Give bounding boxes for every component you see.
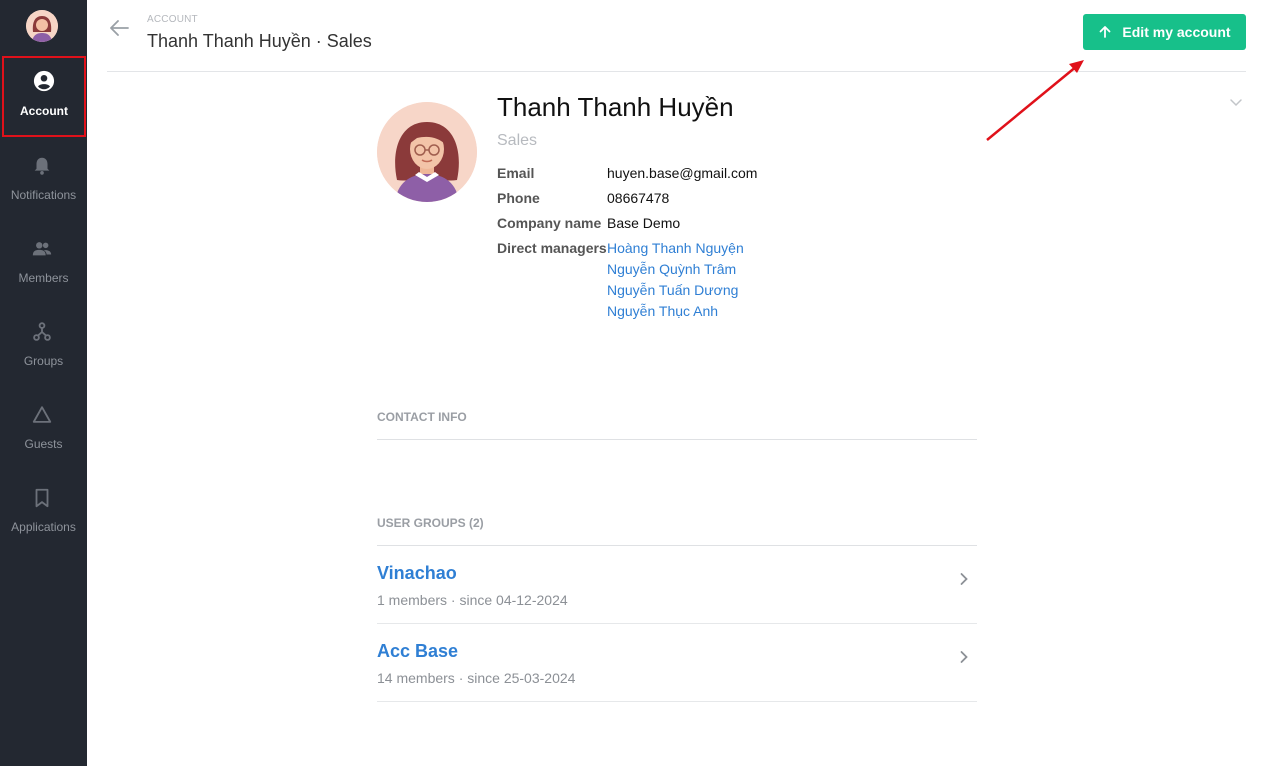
email-value: huyen.base@gmail.com [607, 165, 758, 181]
triangle-icon [32, 406, 52, 423]
sidebar: Account Notifications Members Groups Gue… [0, 0, 87, 766]
sidebar-item-label: Groups [23, 354, 64, 368]
sidebar-item-notifications[interactable]: Notifications [0, 141, 87, 221]
phone-value: 08667478 [607, 190, 670, 206]
breadcrumb: ACCOUNT [147, 14, 198, 25]
arrow-up-icon [1100, 26, 1111, 38]
annotation-arrow [986, 60, 1084, 141]
manager-link[interactable]: Nguyễn Quỳnh Trâm [607, 261, 736, 277]
sidebar-item-label: Members [18, 271, 69, 285]
user-avatar[interactable] [26, 10, 58, 42]
sidebar-item-label: Guests [24, 437, 63, 451]
sidebar-item-account[interactable]: Account [2, 56, 86, 137]
edit-account-label: Edit my account [1122, 24, 1231, 40]
section-divider [377, 439, 977, 440]
members-icon [32, 242, 52, 256]
page-title: Thanh Thanh Huyền · Sales [147, 31, 372, 51]
groups-icon [33, 322, 51, 341]
sidebar-item-guests[interactable]: Guests [0, 390, 87, 470]
row-divider [377, 701, 977, 702]
company-label: Company name [497, 215, 602, 231]
bell-icon [34, 157, 50, 175]
phone-label: Phone [497, 190, 540, 206]
manager-link[interactable]: Nguyễn Thục Anh [607, 303, 718, 319]
chevron-right-icon [960, 573, 968, 585]
user-groups-title: USER GROUPS (2) [377, 516, 484, 530]
sidebar-item-applications[interactable]: Applications [0, 473, 87, 553]
sidebar-item-label: Applications [11, 520, 76, 534]
email-label: Email [497, 165, 535, 181]
edit-account-button[interactable]: Edit my account [1083, 14, 1246, 50]
sidebar-item-label: Account [20, 104, 68, 118]
group-name[interactable]: Vinachao [377, 563, 457, 584]
managers-label: Direct managers [497, 240, 607, 256]
manager-link[interactable]: Nguyễn Tuấn Dương [607, 282, 738, 298]
profile-name: Thanh Thanh Huyền [497, 92, 734, 122]
manager-link[interactable]: Hoàng Thanh Nguyện [607, 240, 744, 256]
group-row[interactable]: Acc Base 14 members · since 25-03-2024 [377, 624, 977, 702]
sidebar-item-groups[interactable]: Groups [0, 307, 87, 387]
sidebar-item-members[interactable]: Members [0, 224, 87, 304]
group-row[interactable]: Vinachao 1 members · since 04-12-2024 [377, 546, 977, 624]
account-circle-icon [33, 70, 55, 92]
sidebar-item-label: Notifications [10, 188, 77, 202]
profile-avatar [377, 102, 477, 202]
profile-role: Sales [497, 132, 538, 149]
group-meta: 14 members · since 25-03-2024 [377, 670, 576, 686]
company-value: Base Demo [607, 215, 681, 231]
back-arrow-icon[interactable] [107, 16, 131, 40]
bookmark-icon [35, 488, 49, 508]
contact-info-title: CONTACT INFO [377, 410, 467, 424]
chevron-right-icon [960, 651, 968, 663]
chevron-down-icon[interactable] [1228, 94, 1244, 110]
group-meta: 1 members · since 04-12-2024 [377, 592, 568, 608]
group-name[interactable]: Acc Base [377, 641, 458, 662]
